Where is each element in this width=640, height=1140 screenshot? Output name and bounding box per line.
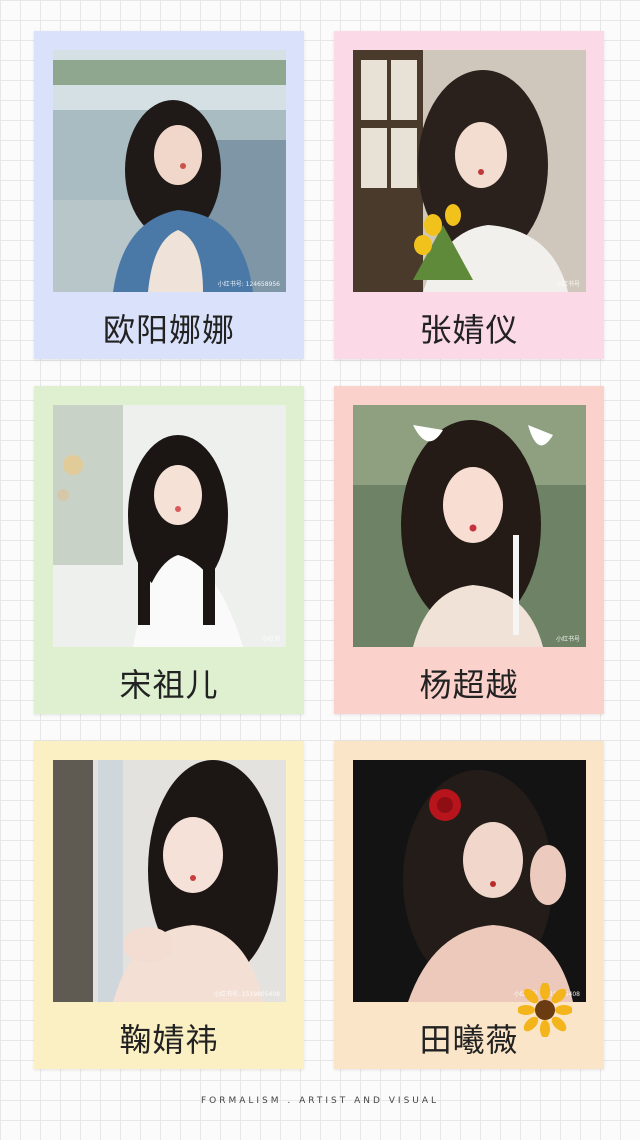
polaroid-card-3: 小红书 宋祖儿 [34,386,304,714]
celebrity-name: 杨超越 [419,666,519,704]
portrait-photo-5[interactable]: 小红书号: 1519805408 [53,760,286,1002]
footer-caption: FORMALISM . ARTIST AND VISUAL [200,1096,440,1106]
celebrity-name: 张婧仪 [419,311,519,349]
photo-watermark: 小红书号 [555,636,580,643]
portrait-photo-4[interactable]: 小红书号 [353,405,586,647]
polaroid-card-2: 小红书号 张婧仪 [334,31,604,359]
polaroid-card-6: 小红书号: 1519805408 田曦薇 [334,741,604,1069]
polaroid-card-4: 小红书号 杨超越 [334,386,604,714]
sunflower-sticker [518,983,572,1037]
polaroid-card-1: 小红书号: 124658956 欧阳娜娜 [34,31,304,359]
photo-watermark: 小红书号: 124658956 [217,281,280,288]
photo-watermark: 小红书 [261,636,280,643]
portrait-photo-3[interactable]: 小红书 [53,405,286,647]
celebrity-name: 鞠婧祎 [119,1021,219,1059]
photo-watermark: 小红书号: 1519805408 [213,991,280,998]
celebrity-name: 宋祖儿 [119,666,219,704]
photo-watermark: 小红书号 [555,281,580,288]
portrait-photo-1[interactable]: 小红书号: 124658956 [53,50,286,292]
portrait-photo-6[interactable]: 小红书号: 1519805408 [353,760,586,1002]
portrait-photo-2[interactable]: 小红书号 [353,50,586,292]
polaroid-card-5: 小红书号: 1519805408 鞠婧祎 [34,741,304,1069]
celebrity-name: 欧阳娜娜 [102,311,235,349]
